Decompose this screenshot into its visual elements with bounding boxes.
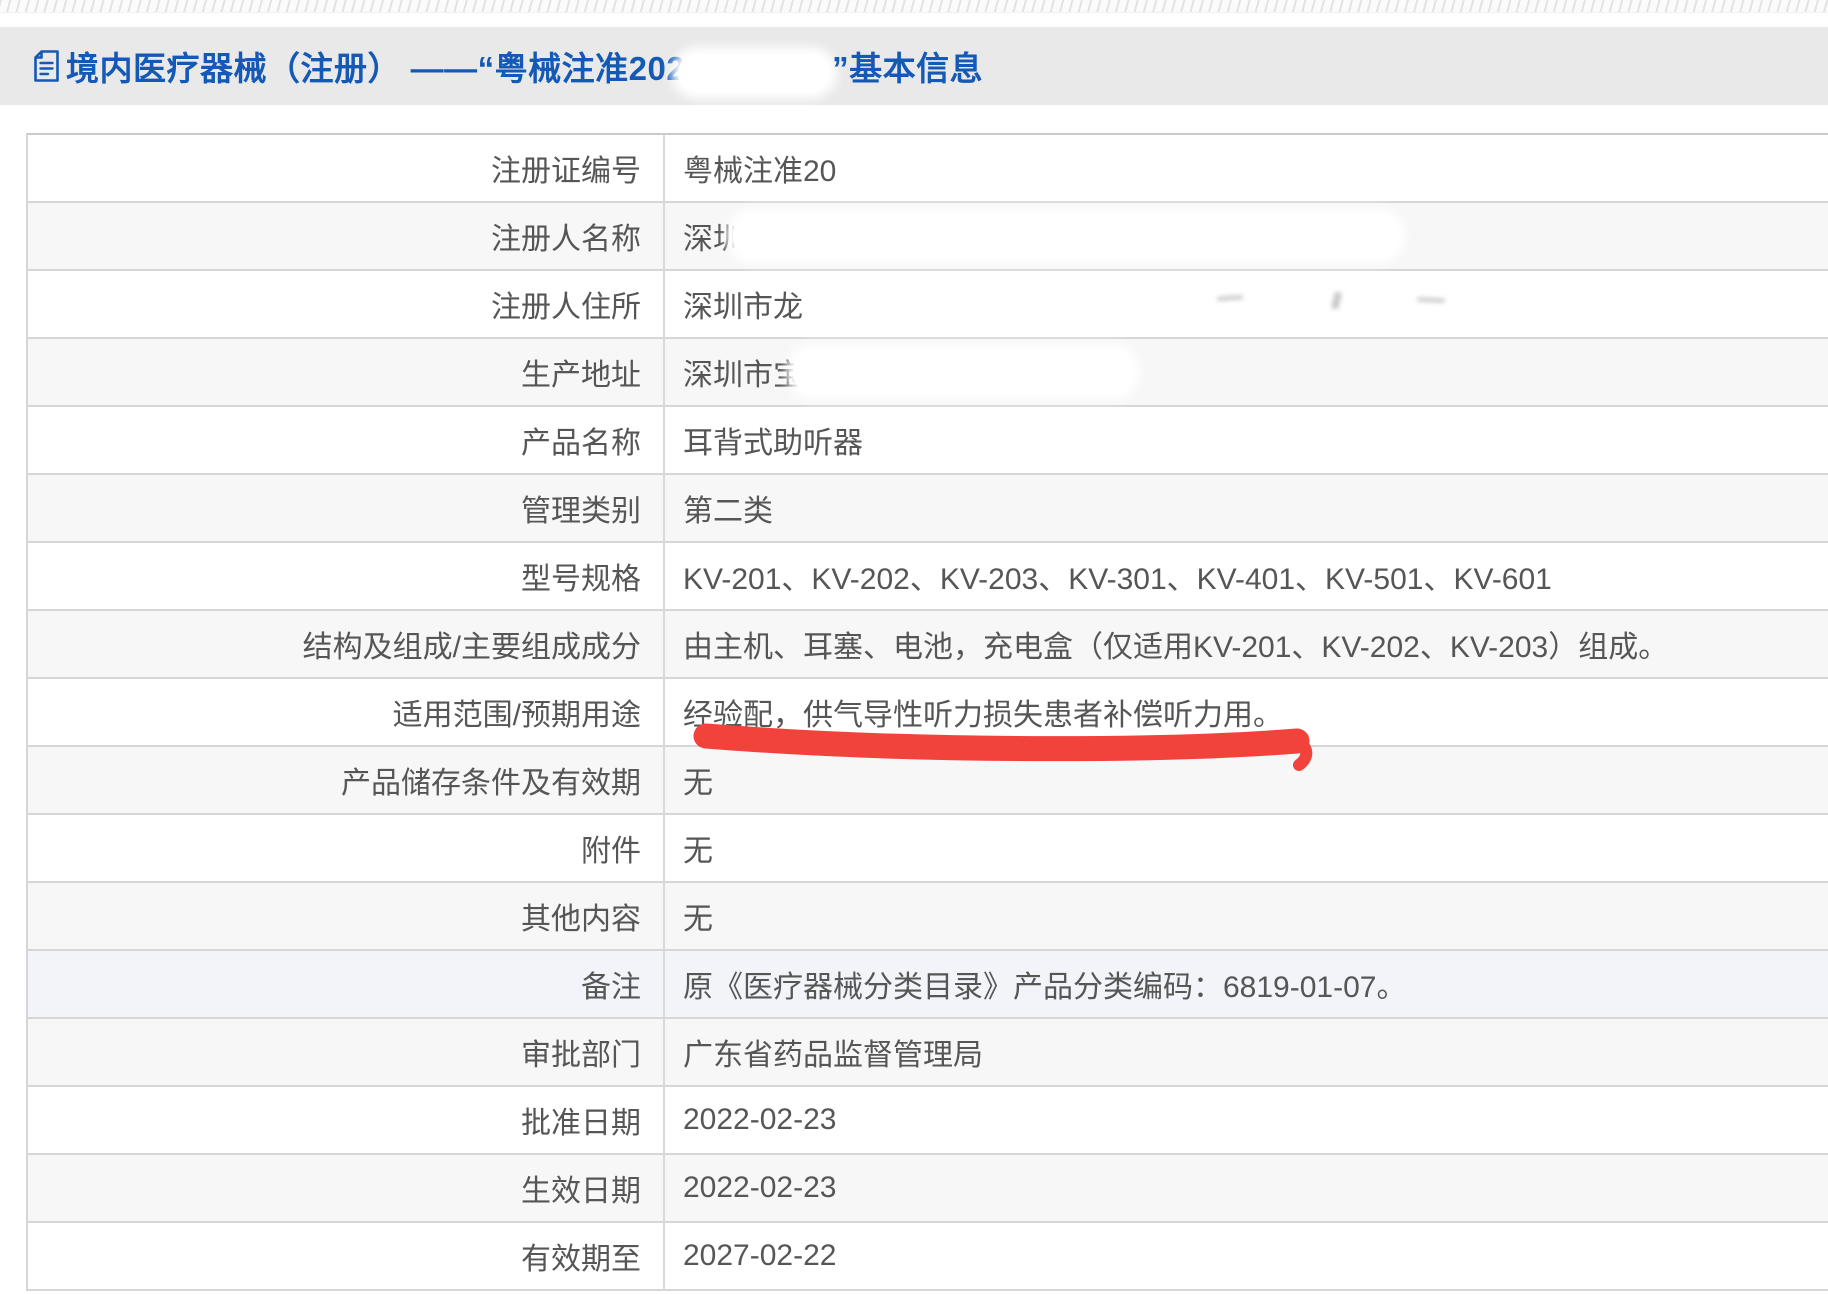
table-row: 产品储存条件及有效期 无 — [28, 747, 1828, 815]
row-value-text: 无 — [683, 758, 713, 802]
row-label: 适用范围/预期用途 — [28, 679, 665, 745]
row-label: 注册证编号 — [28, 135, 665, 201]
row-value: 深圳市宝 — [665, 339, 1828, 405]
row-label: 生效日期 — [28, 1155, 665, 1221]
table-row: 结构及组成/主要组成成分 由主机、耳塞、电池，充电盒（仅适用KV-201、KV-… — [28, 611, 1828, 679]
row-value-text: 2022-02-23 — [683, 1171, 836, 1205]
table-row: 附件 无 — [28, 815, 1828, 883]
row-value: 2027-02-22 — [665, 1223, 1828, 1289]
row-value-text: 经验配，供气导性听力损失患者补偿听力用。 — [683, 690, 1283, 734]
row-value: 粤械注准20 — [665, 135, 1828, 201]
row-value: 广东省药品监督管理局 — [665, 1019, 1828, 1085]
page-top-hatch — [0, 0, 1828, 13]
row-label: 产品储存条件及有效期 — [28, 747, 665, 813]
document-icon — [33, 49, 60, 83]
row-value: 耳背式助听器 — [665, 407, 1828, 473]
table-row: 生效日期 2022-02-23 — [28, 1155, 1828, 1223]
erased-text-remnant — [1217, 295, 1243, 301]
row-value-text: 原《医疗器械分类目录》产品分类编码：6819-01-07。 — [683, 962, 1406, 1006]
row-value: 由主机、耳塞、电池，充电盒（仅适用KV-201、KV-202、KV-203）组成… — [665, 611, 1828, 677]
row-value-text: 2027-02-22 — [683, 1239, 836, 1273]
row-label: 备注 — [28, 951, 665, 1017]
table-row: 有效期至 2027-02-22 — [28, 1223, 1828, 1291]
row-label: 审批部门 — [28, 1019, 665, 1085]
row-label: 结构及组成/主要组成成分 — [28, 611, 665, 677]
row-value-text: KV-201、KV-202、KV-203、KV-301、KV-401、KV-50… — [683, 554, 1552, 598]
row-value-text: 由主机、耳塞、电池，充电盒（仅适用KV-201、KV-202、KV-203）组成… — [683, 622, 1668, 666]
row-value-text: 广东省药品监督管理局 — [683, 1030, 983, 1074]
row-value-text: 粤械注准20 — [683, 146, 836, 190]
table-row: 管理类别 第二类 — [28, 475, 1828, 543]
erased-text-remnant — [1331, 291, 1342, 309]
row-value: 经验配，供气导性听力损失患者补偿听力用。 — [665, 679, 1828, 745]
table-row: 注册人住所 深圳市龙 — [28, 271, 1828, 339]
row-label: 注册人住所 — [28, 271, 665, 337]
row-value-text: 第二类 — [683, 486, 773, 530]
row-value: 原《医疗器械分类目录》产品分类编码：6819-01-07。 — [665, 951, 1828, 1017]
row-label: 型号规格 — [28, 543, 665, 609]
row-value: 无 — [665, 747, 1828, 813]
table-row: 备注 原《医疗器械分类目录》产品分类编码：6819-01-07。 — [28, 951, 1828, 1019]
row-value: 无 — [665, 815, 1828, 881]
row-value: 第二类 — [665, 475, 1828, 541]
row-value: 深圳 — [665, 203, 1828, 269]
row-value: 2022-02-23 — [665, 1155, 1828, 1221]
row-value-text: 2022-02-23 — [683, 1103, 836, 1137]
redaction-blur — [793, 351, 1133, 393]
registration-info-table: 注册证编号 粤械注准20 注册人名称 深圳 注册人住所 深圳市龙 生产地址 深圳… — [26, 133, 1828, 1291]
row-label: 有效期至 — [28, 1223, 665, 1289]
row-label: 管理类别 — [28, 475, 665, 541]
table-row: 其他内容 无 — [28, 883, 1828, 951]
table-row: 型号规格 KV-201、KV-202、KV-203、KV-301、KV-401、… — [28, 543, 1828, 611]
table-row: 生产地址 深圳市宝 — [28, 339, 1828, 407]
table-row: 注册证编号 粤械注准20 — [28, 135, 1828, 203]
row-value: KV-201、KV-202、KV-203、KV-301、KV-401、KV-50… — [665, 543, 1828, 609]
table-row: 适用范围/预期用途 经验配，供气导性听力损失患者补偿听力用。 — [28, 679, 1828, 747]
row-label: 批准日期 — [28, 1087, 665, 1153]
page-title-suffix: ”基本信息 — [832, 42, 983, 90]
row-value-text: 无 — [683, 826, 713, 870]
page-title: 境内医疗器械（注册） ——“粤械注准2022 ”基本信息 — [66, 40, 983, 92]
row-value-text: 无 — [683, 894, 713, 938]
row-value: 深圳市龙 — [665, 271, 1828, 337]
table-row: 注册人名称 深圳 — [28, 203, 1828, 271]
row-label: 产品名称 — [28, 407, 665, 473]
row-label: 其他内容 — [28, 883, 665, 949]
title-bar: 境内医疗器械（注册） ——“粤械注准2022 ”基本信息 — [0, 27, 1828, 105]
row-value-text: 耳背式助听器 — [683, 418, 863, 462]
table-row: 批准日期 2022-02-23 — [28, 1087, 1828, 1155]
row-value: 无 — [665, 883, 1828, 949]
erased-text-remnant — [1417, 297, 1445, 302]
page-title-prefix: 境内医疗器械（注册） ——“粤械注准2022 — [66, 42, 704, 90]
row-value-text: 深圳市龙 — [683, 282, 803, 326]
redaction-blur — [678, 54, 830, 92]
redaction-blur — [733, 215, 1398, 257]
row-value: 2022-02-23 — [665, 1087, 1828, 1153]
row-value-text: 深圳市宝 — [683, 350, 803, 394]
table-row: 产品名称 耳背式助听器 — [28, 407, 1828, 475]
row-label: 附件 — [28, 815, 665, 881]
row-label: 生产地址 — [28, 339, 665, 405]
row-label: 注册人名称 — [28, 203, 665, 269]
table-row: 审批部门 广东省药品监督管理局 — [28, 1019, 1828, 1087]
